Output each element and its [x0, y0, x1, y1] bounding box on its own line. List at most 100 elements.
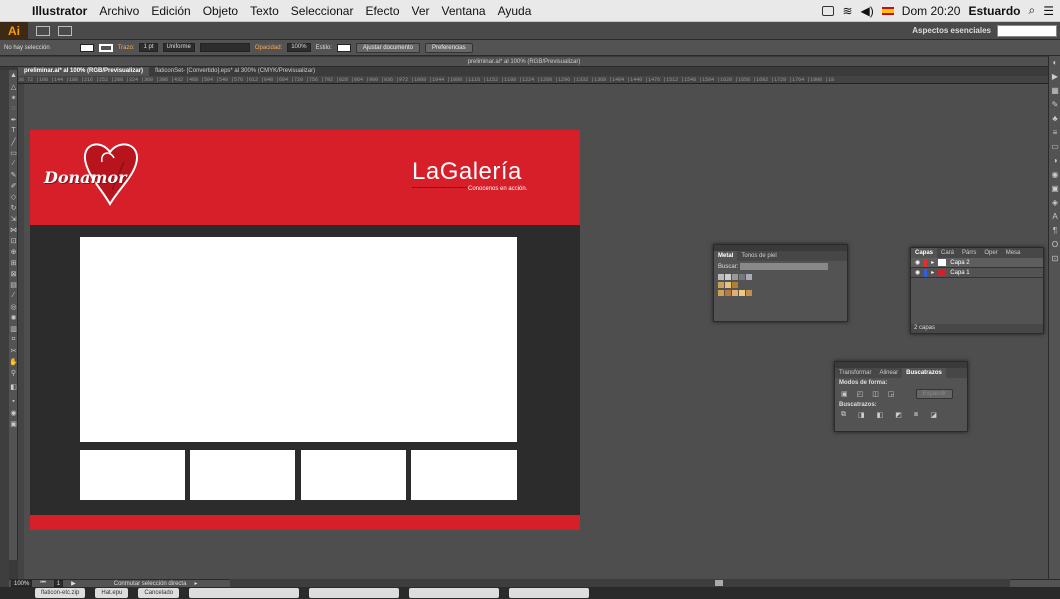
eyedropper-tool-icon[interactable]: ⁄ — [9, 290, 18, 301]
layer-row[interactable]: ◉ ▸ Capa 2 — [911, 258, 1043, 268]
first-artboard-icon[interactable]: ⏮ — [40, 580, 45, 587]
swatch[interactable] — [746, 274, 752, 281]
mesh-tool-icon[interactable]: ⊠ — [9, 268, 18, 279]
gradient-tool-icon[interactable]: ▤ — [9, 279, 18, 290]
paintbrush-tool-icon[interactable]: ∕ — [9, 158, 18, 169]
character-panel-icon[interactable]: A — [1049, 210, 1060, 224]
stroke-weight-field[interactable]: 1 pt — [139, 43, 158, 52]
gradient-panel-icon[interactable]: ▭ — [1049, 140, 1060, 154]
tools-panel-handle[interactable] — [0, 70, 9, 590]
color-panel-icon[interactable]: ◐ — [1049, 56, 1060, 70]
paragraph-panel-icon[interactable]: ¶ — [1049, 224, 1060, 238]
opacity-field[interactable]: 100% — [287, 43, 311, 52]
hand-tool-icon[interactable]: ✋ — [9, 356, 18, 367]
stroke-profile-select[interactable]: Uniforme — [162, 43, 195, 52]
menubar-user[interactable]: Estuardo — [968, 4, 1020, 18]
style-swatch[interactable] — [336, 43, 351, 52]
wifi-icon[interactable]: ≋ — [842, 4, 852, 18]
swatch[interactable] — [718, 274, 724, 281]
zoom-select[interactable]: 100% — [11, 580, 33, 587]
type-tool-icon[interactable]: T — [9, 125, 18, 136]
symbol-sprayer-tool-icon[interactable]: ✺ — [9, 312, 18, 323]
tab-transformar[interactable]: Transformar — [835, 368, 875, 378]
menu-efecto[interactable]: Efecto — [359, 4, 405, 18]
slice-tool-icon[interactable]: ✂ — [9, 345, 18, 356]
brush-select[interactable] — [199, 43, 250, 52]
layer-row[interactable]: ◉ ▸ Capa 1 — [911, 268, 1043, 278]
divide-icon[interactable]: ⧉ — [841, 411, 846, 419]
thumbnail-placeholder-1[interactable] — [80, 450, 185, 500]
artboards-panel-icon[interactable]: ⊡ — [1049, 252, 1060, 266]
next-artboard-icon[interactable]: ▶ — [71, 580, 76, 587]
tab-mesas[interactable]: Mesa — [1002, 248, 1025, 258]
disclosure-triangle-icon[interactable]: ▸ — [931, 269, 934, 276]
bridge-icon[interactable] — [36, 25, 50, 36]
thumbnail-placeholder-4[interactable] — [411, 450, 517, 500]
appearance-panel-icon[interactable]: ◉ — [1049, 168, 1060, 182]
dock-item[interactable] — [509, 588, 590, 598]
transparency-panel-icon[interactable]: ◑ — [1049, 154, 1060, 168]
blend-tool-icon[interactable]: ◎ — [9, 301, 18, 312]
arrange-documents-icon[interactable] — [58, 25, 72, 36]
horizontal-scroll-thumb[interactable] — [715, 580, 723, 586]
swatch[interactable] — [739, 290, 745, 297]
dock-item[interactable]: Cancelado — [138, 588, 180, 598]
main-image-placeholder[interactable] — [80, 237, 517, 442]
trim-icon[interactable]: ◨ — [858, 411, 865, 419]
intersect-icon[interactable]: ◫ — [872, 390, 879, 398]
stroke-swatch[interactable] — [98, 43, 113, 52]
swatch[interactable] — [725, 274, 731, 281]
swatch[interactable] — [732, 290, 738, 297]
swatch[interactable] — [725, 290, 731, 297]
horizontal-scrollbar[interactable] — [230, 579, 1010, 587]
swatch[interactable] — [732, 282, 738, 289]
stroke-panel-icon[interactable]: ≡ — [1049, 126, 1060, 140]
disclosure-triangle-icon[interactable]: ▸ — [931, 259, 934, 266]
visibility-eye-icon[interactable]: ◉ — [915, 259, 920, 266]
opacity-label[interactable]: Opacidad: — [255, 45, 282, 51]
minus-front-icon[interactable]: ◰ — [857, 390, 864, 398]
perspective-grid-tool-icon[interactable]: ⊞ — [9, 257, 18, 268]
workspace-switcher[interactable]: Aspectos esenciales — [912, 26, 997, 35]
direct-selection-tool-icon[interactable]: △ — [9, 81, 18, 92]
tab-metal[interactable]: Metal — [714, 251, 738, 261]
magic-wand-tool-icon[interactable]: ✶ — [9, 92, 18, 103]
menu-seleccionar[interactable]: Seleccionar — [285, 4, 360, 18]
merge-icon[interactable]: ◧ — [877, 411, 884, 419]
zoom-tool-icon[interactable]: ⚲ — [9, 367, 18, 378]
tab-buscatrazos[interactable]: Buscatrazos — [902, 368, 946, 378]
eraser-tool-icon[interactable]: ◇ — [9, 191, 18, 202]
line-tool-icon[interactable]: ╱ — [9, 136, 18, 147]
rectangle-tool-icon[interactable]: ▭ — [9, 147, 18, 158]
pencil-tool-icon[interactable]: ✎ — [9, 169, 18, 180]
dock-item[interactable]: flaticon-etc.zip — [35, 588, 86, 598]
minus-back-icon[interactable]: ◪ — [930, 411, 937, 419]
tab-opentype[interactable]: Oper — [980, 248, 1001, 258]
menu-edicion[interactable]: Edición — [145, 4, 196, 18]
tab-caracter[interactable]: Cará — [937, 248, 958, 258]
swatch[interactable] — [732, 274, 738, 281]
fill-stroke-icon[interactable]: ◧ — [9, 378, 18, 396]
expand-button[interactable]: Expandir — [915, 389, 954, 399]
swatch[interactable] — [718, 282, 724, 289]
status-menu-icon[interactable]: ▸ — [194, 580, 197, 587]
input-source-flag-icon[interactable] — [881, 6, 894, 15]
scale-tool-icon[interactable]: ⇲ — [9, 213, 18, 224]
graphic-styles-icon[interactable]: ▣ — [1049, 182, 1060, 196]
app-status-icon[interactable] — [822, 5, 835, 16]
tab-tonos-de-piel[interactable]: Tonos de piel — [737, 251, 780, 261]
crop-icon[interactable]: ◩ — [895, 411, 902, 419]
swatch[interactable] — [739, 274, 745, 281]
tab-alinear[interactable]: Alinear — [875, 368, 902, 378]
fill-swatch[interactable] — [79, 43, 94, 52]
menu-archivo[interactable]: Archivo — [93, 4, 145, 18]
dock-item[interactable] — [309, 588, 400, 598]
selection-tool-icon[interactable]: ▲ — [9, 70, 18, 81]
column-graph-tool-icon[interactable]: ▥ — [9, 323, 18, 334]
menu-objeto[interactable]: Objeto — [197, 4, 244, 18]
shape-builder-tool-icon[interactable]: ⊕ — [9, 246, 18, 257]
color-guide-icon[interactable]: ▶ — [1049, 70, 1060, 84]
tab-capas[interactable]: Capas — [911, 248, 938, 258]
unite-icon[interactable]: ▣ — [841, 390, 848, 398]
artboard-footer-band[interactable] — [30, 515, 580, 530]
